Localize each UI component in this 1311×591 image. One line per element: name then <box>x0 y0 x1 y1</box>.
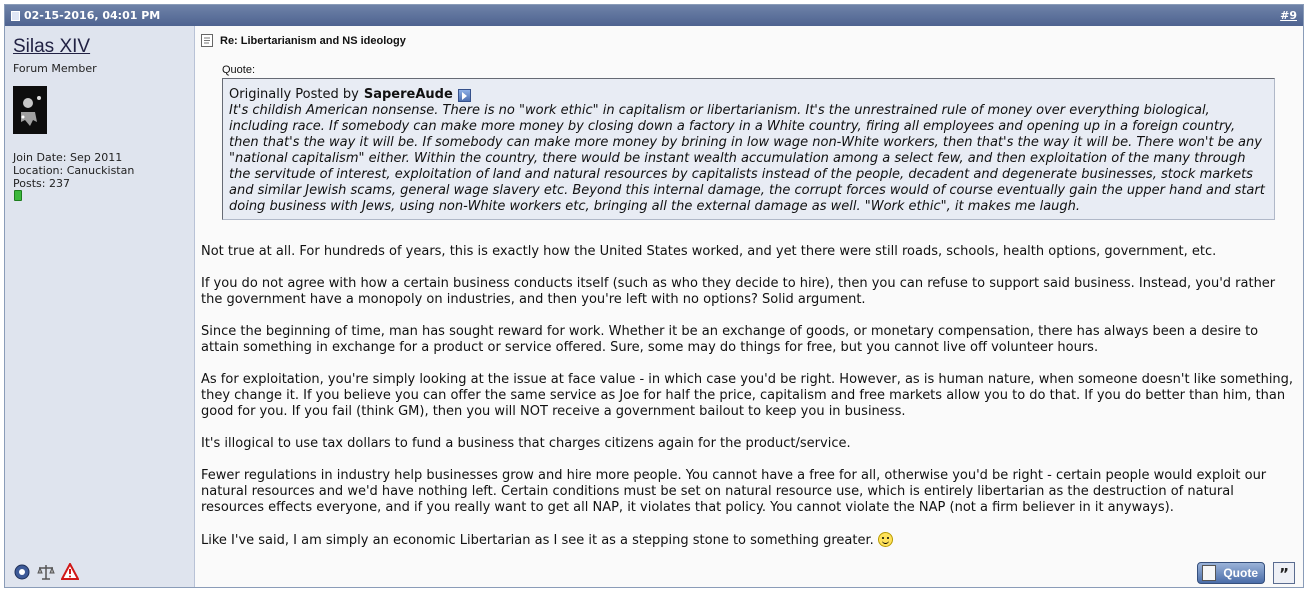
body-paragraph: Fewer regulations in industry help busin… <box>201 468 1267 515</box>
post-body: Not true at all. For hundreds of years, … <box>201 244 1299 565</box>
post-number-link[interactable]: #9 <box>1280 9 1297 22</box>
body-paragraph: As for exploitation, you're simply looki… <box>201 372 1294 419</box>
scales-icon[interactable] <box>37 563 55 581</box>
body-paragraph: Since the beginning of time, man has sou… <box>201 324 1259 355</box>
user-info: Join Date: Sep 2011 Location: Canuckista… <box>13 151 134 190</box>
reputation-icon[interactable] <box>13 563 31 581</box>
post-header: 02-15-2016, 04:01 PM #9 <box>5 5 1303 26</box>
post-title-row: Re: Libertarianism and NS ideology <box>201 34 406 47</box>
smile-icon <box>877 532 893 547</box>
quote-button[interactable]: Quote <box>1197 562 1265 584</box>
view-post-arrow-icon[interactable] <box>457 88 471 102</box>
location: Location: Canuckistan <box>13 164 135 177</box>
quote-author: SapereAude <box>363 87 453 102</box>
quote-pencil-icon <box>1202 565 1216 581</box>
join-date: Join Date: Sep 2011 <box>13 151 123 164</box>
body-paragraph-last: Like I've said, I am simply an economic … <box>201 532 1299 549</box>
body-paragraph: Not true at all. For hundreds of years, … <box>201 244 1217 259</box>
quote-button-label: Quote <box>1223 566 1258 580</box>
quote-box: Originally Posted by SapereAude It's chi… <box>222 78 1275 220</box>
post-count: Posts: 237 <box>13 177 70 190</box>
post-date-text: 02-15-2016, 04:01 PM <box>24 9 161 22</box>
last-paragraph-text: Like I've said, I am simply an economic … <box>201 533 874 548</box>
user-action-icons <box>13 561 80 581</box>
quote-text: It's childish American nonsense. There i… <box>229 103 1265 214</box>
report-warning-icon[interactable] <box>60 561 80 581</box>
username-link[interactable]: Silas XIV <box>13 36 90 58</box>
post-title: Re: Libertarianism and NS ideology <box>220 34 406 47</box>
quote-attribution: Originally Posted by SapereAude <box>229 87 1268 103</box>
quote-originally-posted-by: Originally Posted by <box>229 87 359 102</box>
post-content: Re: Libertarianism and NS ideology Quote… <box>195 26 1303 587</box>
user-title: Forum Member <box>13 62 97 75</box>
avatar[interactable] <box>13 86 47 134</box>
forum-post: 02-15-2016, 04:01 PM #9 Silas XIV Forum … <box>4 4 1304 588</box>
post-date: 02-15-2016, 04:01 PM <box>11 9 160 22</box>
online-status-icon <box>14 190 22 201</box>
body-paragraph: It's illogical to use tax dollars to fun… <box>201 436 851 451</box>
post-document-icon <box>201 34 213 47</box>
user-sidebar: Silas XIV Forum Member Join Date: Sep 20… <box>5 26 195 587</box>
quote-label: Quote: <box>222 64 256 76</box>
body-paragraph: If you do not agree with how a certain b… <box>201 276 1276 307</box>
multi-quote-button[interactable]: ” <box>1273 562 1295 584</box>
document-icon <box>11 10 20 21</box>
